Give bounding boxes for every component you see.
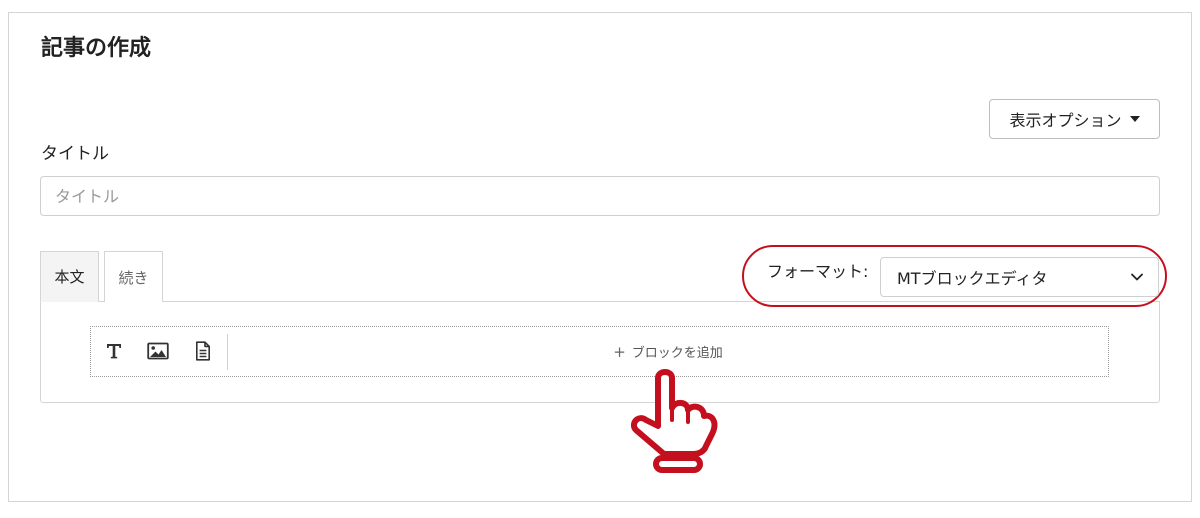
document-icon <box>196 341 210 361</box>
title-label: タイトル <box>41 144 109 164</box>
chevron-down-icon <box>1131 273 1143 281</box>
add-text-block-button[interactable] <box>100 336 128 366</box>
add-image-block-button[interactable] <box>144 336 172 366</box>
format-select-value: MTブロックエディタ <box>897 269 1048 288</box>
tab-body[interactable]: 本文 <box>40 251 99 302</box>
title-input[interactable] <box>40 176 1160 216</box>
page-title: 記事の作成 <box>41 36 152 61</box>
caret-down-icon <box>1129 116 1140 122</box>
text-icon <box>107 344 121 359</box>
display-options-button[interactable]: 表示オプション <box>989 99 1160 139</box>
display-options-label: 表示オプション <box>1009 111 1122 130</box>
add-block-label: ブロックを追加 <box>631 346 723 361</box>
tab-continued[interactable]: 続き <box>104 251 163 302</box>
format-select[interactable]: MTブロックエディタ <box>880 257 1159 297</box>
image-icon <box>147 342 169 360</box>
page: 記事の作成 表示オプション タイトル 本文 続き フォーマット: MTブロックエ… <box>0 0 1200 518</box>
plus-icon: + <box>613 342 626 361</box>
format-label: フォーマット: <box>767 262 869 281</box>
hand-pointer-icon <box>630 369 718 473</box>
add-html-block-button[interactable] <box>189 336 217 366</box>
